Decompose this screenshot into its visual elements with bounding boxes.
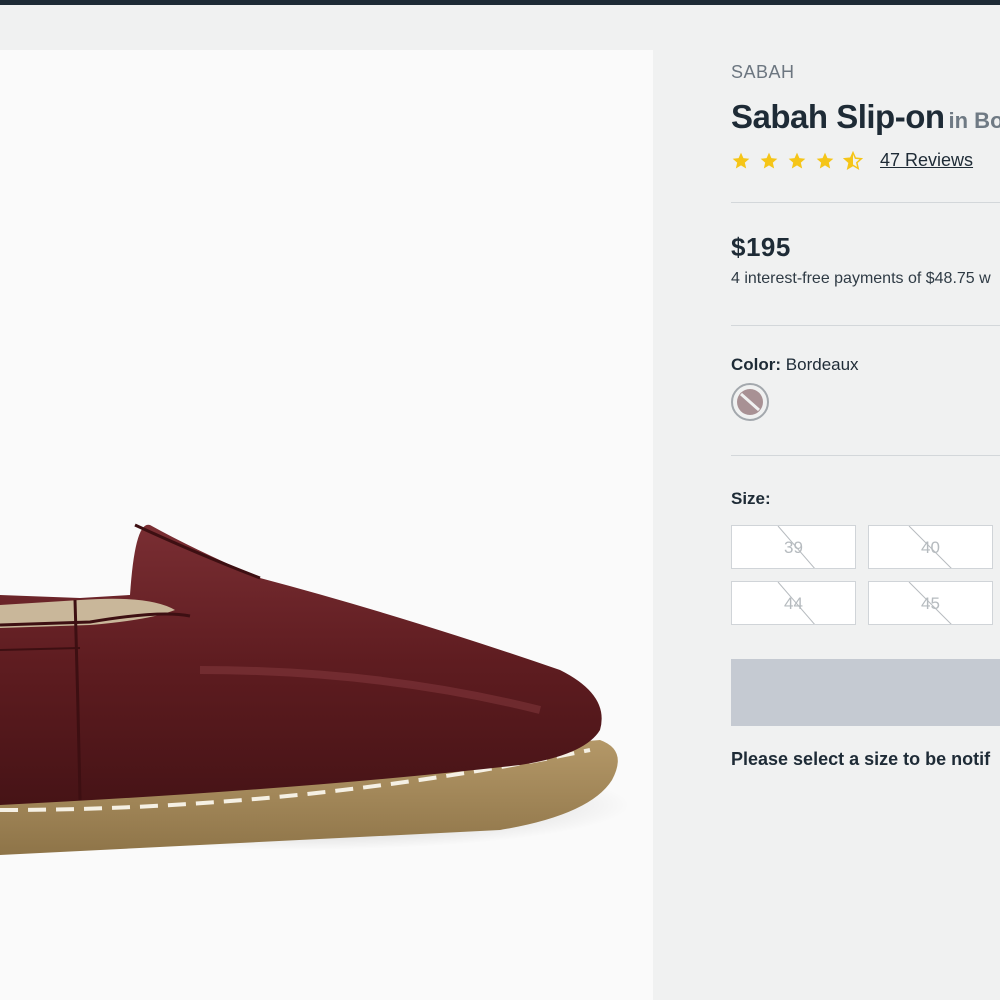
size-unavailable-slash <box>777 526 815 568</box>
divider <box>731 202 1000 203</box>
divider <box>731 455 1000 456</box>
size-label: Size: <box>731 489 771 508</box>
product-image[interactable] <box>0 50 653 1000</box>
size-notify-message: Please select a size to be notif <box>731 749 991 769</box>
color-label: Color: <box>731 355 782 374</box>
reviews-link[interactable]: 47 Reviews <box>880 150 973 171</box>
star-icon <box>816 152 834 168</box>
size-unavailable-slash <box>908 526 952 568</box>
color-value: Bordeaux <box>785 355 859 374</box>
size-unavailable-slash <box>777 582 815 624</box>
shoe-image <box>0 523 630 855</box>
size-option-45[interactable]: 45 <box>868 581 993 625</box>
size-option-39[interactable]: 39 <box>731 525 856 569</box>
size-option-44[interactable]: 44 <box>731 581 856 625</box>
color-row: Color: Bordeaux <box>731 355 859 375</box>
star-icon <box>788 152 806 168</box>
divider <box>731 325 1000 326</box>
color-swatch-bordeaux[interactable] <box>731 383 769 421</box>
product-title: Sabah Slip-on in Bo <box>731 98 1000 136</box>
star-half-icon <box>843 150 863 170</box>
price: $195 <box>731 232 791 262</box>
size-unavailable-slash <box>908 582 952 624</box>
product-info: SABAH Sabah Slip-on in Bo 47 Reviews $195… <box>731 0 1000 1000</box>
notify-me-button[interactable] <box>731 659 1000 726</box>
star-icon <box>760 152 778 168</box>
star-icon <box>732 152 750 168</box>
rating-row[interactable]: 47 Reviews <box>731 150 973 171</box>
product-title-text: Sabah Slip-on <box>731 98 945 135</box>
installments-text[interactable]: 4 interest-free payments of $48.75 w <box>731 270 991 288</box>
slash-circle-icon <box>737 389 763 415</box>
product-page: SABAH Sabah Slip-on in Bo 47 Reviews $195… <box>0 0 1000 1000</box>
brand-name[interactable]: SABAH <box>731 62 795 83</box>
size-option-40[interactable]: 40 <box>868 525 993 569</box>
title-color-suffix: in Bo <box>948 108 1000 133</box>
